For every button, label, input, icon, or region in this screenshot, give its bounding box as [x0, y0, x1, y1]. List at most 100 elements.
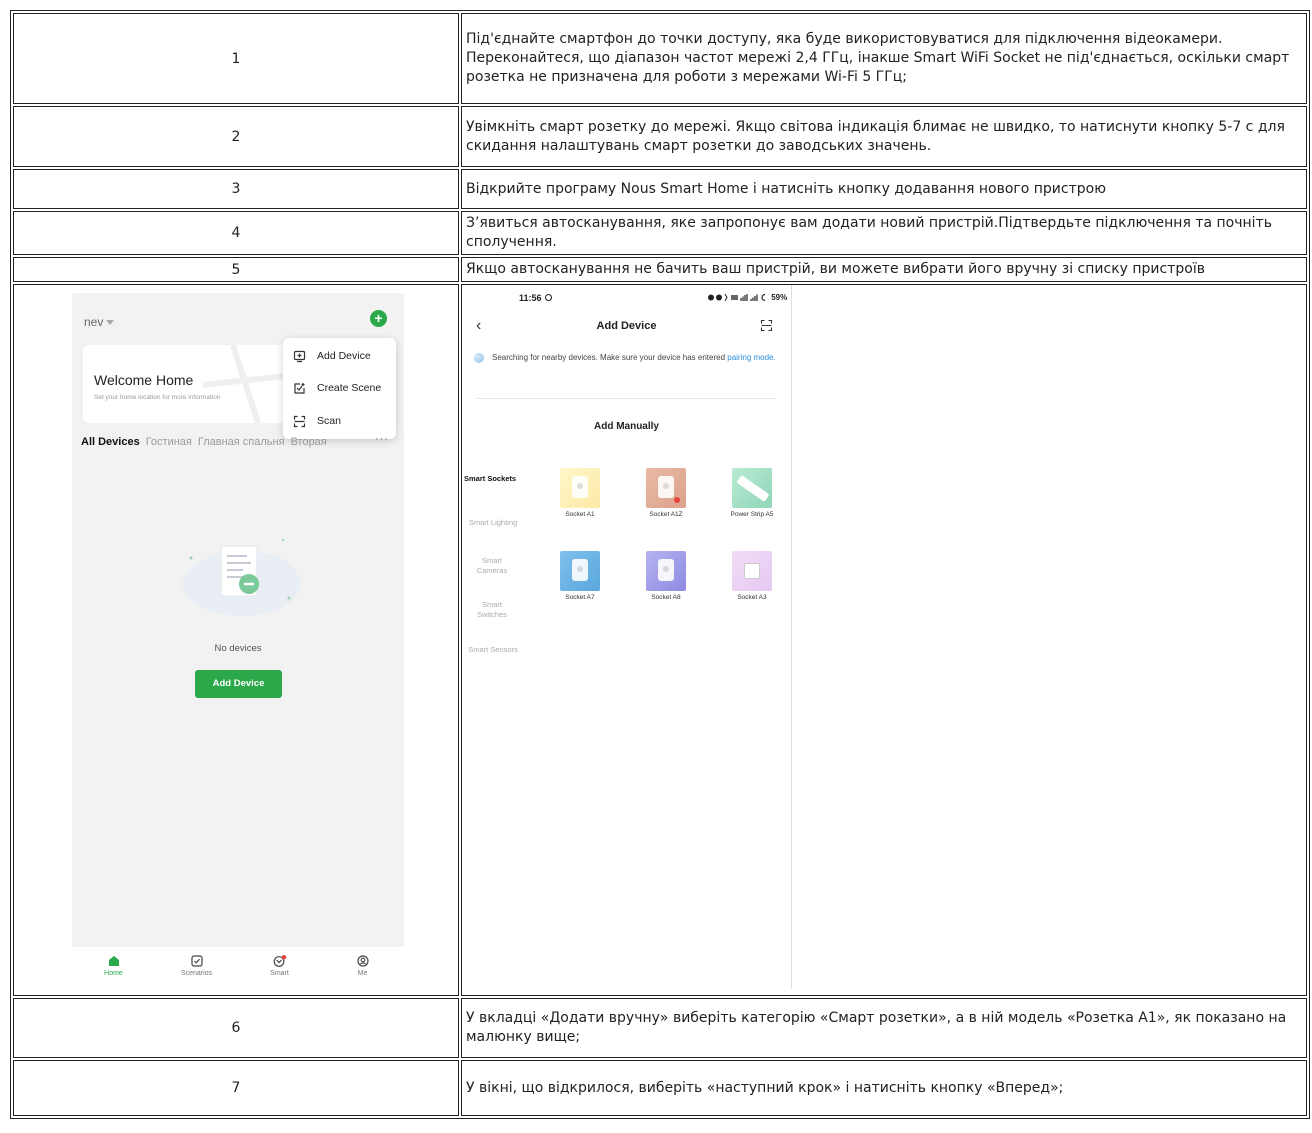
menu-item-scan[interactable]: Scan [292, 411, 341, 431]
searching-message: Searching for nearby devices. Make sure … [492, 350, 787, 365]
screenshot-cell-add-device: 11:56 59% ‹ Add Device Searching for nea… [461, 284, 1307, 996]
tab-room[interactable]: Гостиная [146, 436, 192, 448]
divider [476, 398, 776, 399]
step-text: Увімкніть смарт розетку до мережі. Якщо … [461, 106, 1307, 167]
screen-title: Add Device [596, 320, 657, 332]
nav-home[interactable]: Home [84, 955, 144, 977]
power-strip-a5-image [732, 468, 772, 508]
dropdown-icon [106, 320, 115, 326]
table-row: 4 З’явиться автосканування, яке запропон… [13, 211, 1307, 255]
product-socket-a1[interactable]: Socket A1 [552, 468, 608, 519]
smart-icon [273, 955, 286, 967]
table-row: 6 У вкладці «Додати вручну» виберіть кат… [13, 998, 1307, 1058]
menu-item-create-scene[interactable]: Create Scene [292, 378, 381, 398]
scan-icon[interactable] [760, 319, 773, 335]
searching-spinner-icon [474, 353, 484, 363]
pairing-mode-link[interactable]: pairing mode. [727, 353, 775, 362]
socket-a1z-image [646, 468, 686, 508]
home-selector[interactable]: nev [84, 315, 115, 329]
product-socket-a3[interactable]: Socket A3 [724, 551, 780, 602]
scan-icon [292, 414, 306, 428]
category-smart-cameras[interactable]: Smart Cameras [462, 556, 522, 576]
nav-smart[interactable]: Smart [250, 955, 310, 977]
room-tabs: All Devices Гостиная Главная спальня Вторая… [81, 433, 388, 448]
plug-icon [572, 559, 588, 581]
product-socket-a7[interactable]: Socket A7 [552, 551, 608, 602]
step-text: У вікні, що відкрилося, виберіть «наступ… [461, 1060, 1307, 1116]
welcome-subtitle: Set your home location for more informat… [94, 394, 221, 401]
status-time: 11:56 [519, 293, 542, 303]
searching-text: Searching for nearby devices. Make sure … [492, 353, 728, 362]
step-text: Якщо автосканування не бачить ваш пристр… [461, 257, 1307, 282]
create-scene-icon [292, 381, 306, 395]
no-devices-text: No devices [214, 643, 262, 654]
socket-a7-image [560, 551, 600, 591]
add-plus-button[interactable]: + [370, 310, 387, 327]
instructions-table: 1 Під'єднайте смартфон до точки доступу,… [10, 10, 1310, 1119]
more-tabs-icon[interactable]: ··· [375, 433, 389, 445]
add-manually-heading: Add Manually [593, 421, 659, 432]
table-row: 3 Відкрийте програму Nous Smart Home і н… [13, 169, 1307, 209]
nav-label: Smart [270, 970, 289, 977]
step-text: З’явиться автосканування, яке запропонує… [461, 211, 1307, 255]
screenshot-cell-home: nev + Welcome Home Set your home locatio… [13, 284, 459, 996]
table-row: 1 Під'єднайте смартфон до точки доступу,… [13, 13, 1307, 104]
add-device-button[interactable]: Add Device [195, 670, 282, 698]
product-label: Power Strip A5 [730, 511, 774, 518]
category-smart-switches[interactable]: Smart Switches [462, 600, 522, 620]
table-row: 2 Увімкніть смарт розетку до мережі. Якщ… [13, 106, 1307, 167]
menu-item-label: Create Scene [317, 382, 382, 394]
step-number: 6 [13, 998, 459, 1058]
tab-room[interactable]: Вторая [291, 436, 327, 448]
screenshots-row: nev + Welcome Home Set your home locatio… [13, 284, 1307, 996]
step-number: 1 [13, 13, 459, 104]
welcome-title: Welcome Home [94, 372, 194, 388]
step-number: 5 [13, 257, 459, 282]
plug-icon [658, 559, 674, 581]
profile-icon [356, 955, 369, 967]
socket-a3-image [732, 551, 772, 591]
step-text: Під'єднайте смартфон до точки доступу, я… [461, 13, 1307, 104]
empty-list-illustration-icon [181, 538, 301, 616]
table-row: 7 У вікні, що відкрилося, виберіть «наст… [13, 1060, 1307, 1116]
category-smart-sockets[interactable]: Smart Sockets [462, 474, 524, 484]
plug-icon [572, 476, 588, 498]
product-socket-a1z[interactable]: Socket A1Z [638, 468, 694, 519]
tab-room[interactable]: Главная спальня [198, 436, 285, 448]
battery-level: 59% [771, 293, 788, 302]
badge-icon [674, 497, 680, 503]
socket-a1-image [560, 468, 600, 508]
phone-add-device-screen: 11:56 59% ‹ Add Device Searching for nea… [462, 285, 792, 989]
category-smart-lighting[interactable]: Smart Lighting [462, 518, 524, 528]
category-smart-sensors[interactable]: Smart Sensors [462, 645, 524, 655]
product-socket-a8[interactable]: Socket A8 [638, 551, 694, 602]
step-number: 4 [13, 211, 459, 255]
product-label: Socket A8 [651, 594, 681, 601]
product-power-strip-a5[interactable]: Power Strip A5 [724, 468, 780, 519]
status-icons: 59% [707, 293, 787, 302]
add-device-icon [292, 349, 306, 363]
home-name: nev [84, 315, 104, 329]
step-text: У вкладці «Додати вручну» виберіть катег… [461, 998, 1307, 1058]
plug-icon [658, 476, 674, 498]
nav-label: Me [357, 970, 368, 977]
product-label: Socket A7 [565, 594, 595, 601]
signal-icons-icon [708, 294, 766, 302]
nav-scenarios[interactable]: Scenarios [167, 955, 227, 977]
home-icon [108, 956, 119, 966]
product-label: Socket A1 [565, 511, 595, 518]
product-label: Socket A3 [737, 594, 767, 601]
screen-header: ‹ Add Device [462, 317, 791, 337]
product-label: Socket A1Z [649, 511, 683, 518]
step-number: 2 [13, 106, 459, 167]
tab-all-devices[interactable]: All Devices [81, 436, 140, 448]
nav-label: Scenarios [180, 970, 213, 977]
menu-item-label: Add Device [317, 350, 371, 362]
step-number: 3 [13, 169, 459, 209]
menu-item-add-device[interactable]: Add Device [292, 346, 371, 366]
scenarios-icon [190, 955, 203, 967]
step-text: Відкрийте програму Nous Smart Home і нат… [461, 169, 1307, 209]
socket-a8-image [646, 551, 686, 591]
nav-me[interactable]: Me [333, 955, 393, 977]
step-number: 7 [13, 1060, 459, 1116]
